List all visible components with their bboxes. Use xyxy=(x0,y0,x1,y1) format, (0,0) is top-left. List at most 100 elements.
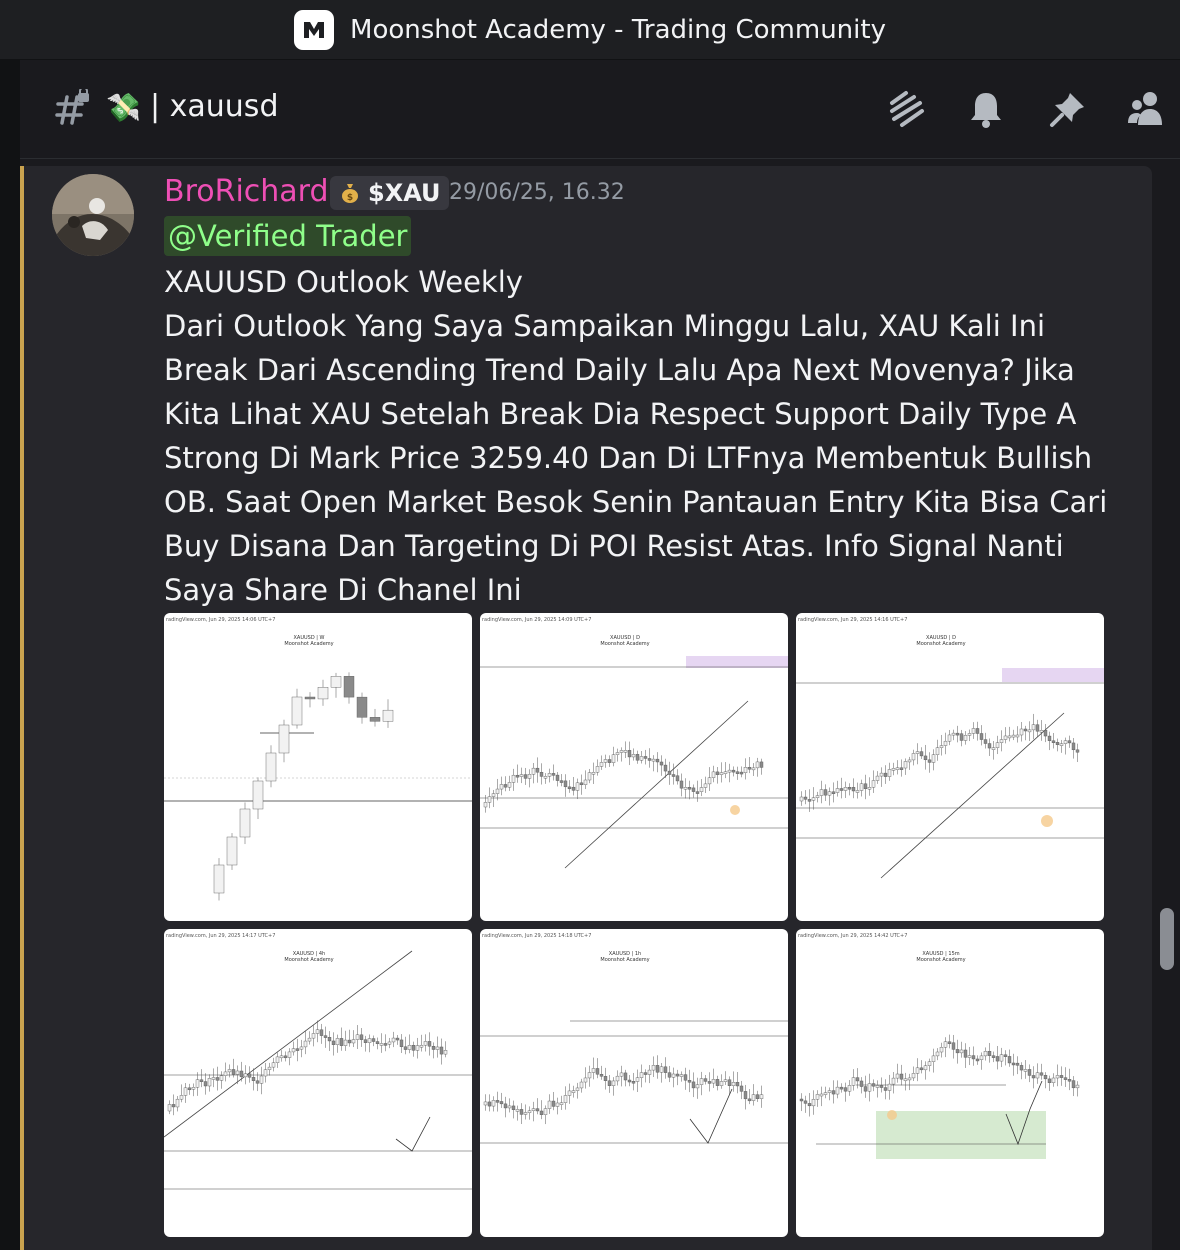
candle-body xyxy=(735,771,740,774)
candle-body xyxy=(623,1072,628,1081)
candle-body xyxy=(559,1102,564,1105)
candle-body xyxy=(987,1051,992,1056)
candle-body xyxy=(947,734,952,742)
candle-body xyxy=(1019,728,1024,736)
candle-body xyxy=(595,766,600,773)
candle-body xyxy=(483,802,488,808)
chart-image-attachment[interactable]: radingView.com, Jun 29, 2025 14:42 UTC+7… xyxy=(796,929,1104,1237)
candle-body xyxy=(515,1109,520,1112)
candle-body xyxy=(1015,1062,1020,1066)
candle-body xyxy=(923,755,928,761)
candle-body xyxy=(483,1101,488,1106)
candle-body xyxy=(663,1066,668,1073)
candle-body xyxy=(711,1079,716,1084)
candle-body xyxy=(683,787,688,790)
candle-body xyxy=(643,1072,648,1075)
chart-image-attachment[interactable]: radingView.com, Jun 29, 2025 14:09 UTC+7… xyxy=(480,613,788,921)
pin-icon[interactable] xyxy=(1048,89,1088,129)
candle-body xyxy=(267,1066,272,1070)
members-icon[interactable] xyxy=(1126,89,1166,129)
candle-body xyxy=(351,1039,356,1044)
chart-header: radingView.com, Jun 29, 2025 14:06 UTC+7 xyxy=(166,617,275,623)
candle-body xyxy=(307,1037,312,1042)
candle-body xyxy=(859,783,864,791)
candle-body xyxy=(939,1047,944,1053)
chart-image-attachment[interactable]: radingView.com, Jun 29, 2025 14:17 UTC+7… xyxy=(164,929,472,1237)
candle-body xyxy=(539,1110,544,1115)
candle-body xyxy=(679,780,684,789)
svg-text:$: $ xyxy=(347,193,353,203)
candle-body xyxy=(1031,724,1036,731)
candle-body xyxy=(683,1074,688,1081)
candle-body xyxy=(667,770,672,775)
candle-body xyxy=(191,1087,196,1090)
candle-body xyxy=(1047,735,1052,741)
candle-body xyxy=(203,1081,208,1087)
candle-body xyxy=(330,676,342,688)
candle-body xyxy=(903,1078,908,1082)
candle-body xyxy=(915,1067,920,1074)
candle-body xyxy=(567,1090,572,1096)
threads-icon[interactable] xyxy=(886,89,926,129)
channel-header: 💸 | xauusd xyxy=(20,61,1180,159)
candle-body xyxy=(731,1082,736,1086)
chart-image-attachment[interactable]: radingView.com, Jun 29, 2025 14:16 UTC+7… xyxy=(796,613,1104,921)
candles-d xyxy=(483,741,764,813)
candle-body xyxy=(1031,1075,1036,1079)
candle-body xyxy=(655,758,660,763)
candle-body xyxy=(719,772,724,775)
candle-body xyxy=(1063,1077,1068,1080)
candle-body xyxy=(1051,740,1056,743)
candle-body xyxy=(891,768,896,771)
candle-body xyxy=(435,1046,440,1050)
author-name[interactable]: BroRichard xyxy=(164,174,329,209)
candle-body xyxy=(699,787,704,792)
candle-body xyxy=(751,767,756,771)
candle-body xyxy=(1011,1062,1016,1066)
candle-body xyxy=(571,1090,576,1093)
candle-body xyxy=(999,739,1004,743)
candle-body xyxy=(511,774,516,783)
candle-body xyxy=(619,750,624,753)
scrollbar-thumb[interactable] xyxy=(1160,908,1174,970)
candle-body xyxy=(595,1068,600,1075)
candle-body xyxy=(1039,730,1044,733)
candle-body xyxy=(659,1066,664,1073)
avatar[interactable] xyxy=(52,174,134,256)
candle-body xyxy=(359,1034,364,1040)
message-timestamp: 29/06/25, 16.32 xyxy=(449,180,625,205)
candle-body xyxy=(651,758,656,762)
chart-image-attachment[interactable]: radingView.com, Jun 29, 2025 14:06 UTC+7… xyxy=(164,613,472,921)
candle-body xyxy=(563,780,568,788)
candle-body xyxy=(759,761,764,768)
candle-body xyxy=(675,775,680,782)
candle-body xyxy=(851,1077,856,1086)
candle-body xyxy=(519,1109,524,1115)
candle-body xyxy=(943,740,948,746)
candle-body xyxy=(727,1079,732,1086)
candle-body xyxy=(963,735,968,741)
role-mention[interactable]: @Verified Trader xyxy=(164,216,412,256)
candle-body xyxy=(303,1040,308,1048)
candle-body xyxy=(679,1074,684,1077)
candle-body xyxy=(587,1072,592,1079)
candle-body xyxy=(523,774,528,779)
server-tag[interactable]: $ $XAU xyxy=(330,176,449,210)
candle-body xyxy=(807,1103,812,1107)
candle-body xyxy=(567,786,572,790)
candle-body xyxy=(747,1098,752,1102)
candle-body xyxy=(278,724,290,754)
candle-body xyxy=(943,1041,948,1048)
candle-body xyxy=(831,1090,836,1095)
candle-body xyxy=(547,773,552,777)
candle-body xyxy=(231,1069,236,1075)
candle-body xyxy=(371,1038,376,1042)
candle-body xyxy=(875,775,880,781)
candle-body xyxy=(907,759,912,763)
candle-body xyxy=(731,769,736,773)
chart-image-attachment[interactable]: radingView.com, Jun 29, 2025 14:18 UTC+7… xyxy=(480,929,788,1237)
candle-body xyxy=(543,776,548,779)
bell-icon[interactable] xyxy=(966,89,1006,129)
candle-body xyxy=(423,1041,428,1046)
candle-body xyxy=(279,1055,284,1059)
